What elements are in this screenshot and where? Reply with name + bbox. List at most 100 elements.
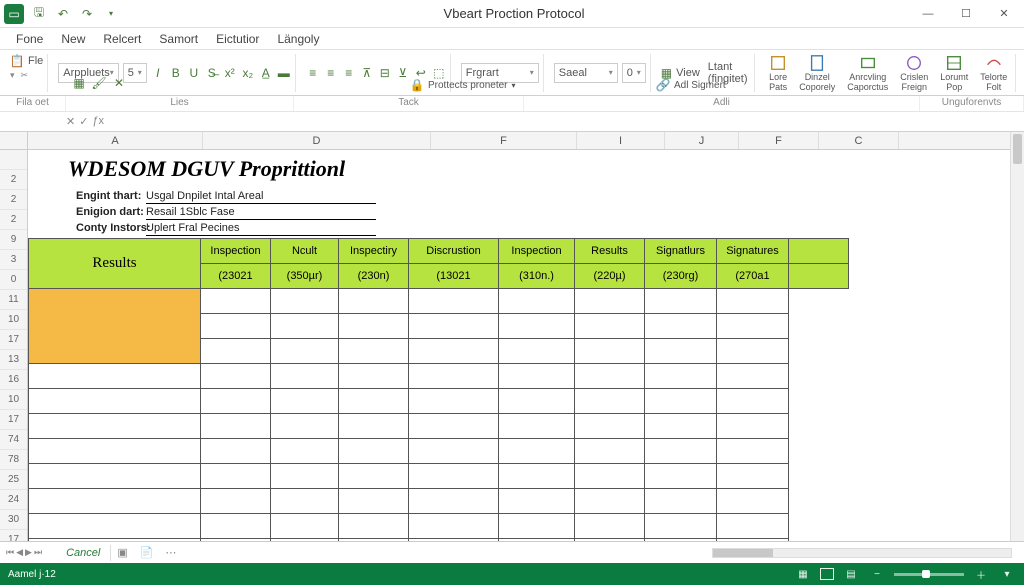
- row-header[interactable]: 17: [0, 410, 27, 430]
- row-header[interactable]: 17: [0, 530, 27, 541]
- font-color-icon[interactable]: A̲: [259, 66, 273, 80]
- menu-fone[interactable]: Fone: [16, 32, 43, 46]
- row-header[interactable]: 24: [0, 490, 27, 510]
- align-top-icon[interactable]: ⊼: [360, 66, 374, 80]
- align-mid-icon[interactable]: ⊟: [378, 66, 392, 80]
- row-header[interactable]: 17: [0, 330, 27, 350]
- table-row: [29, 539, 849, 542]
- meta-val-1[interactable]: Usgal Dnpilet Intal Areal: [146, 190, 376, 204]
- align-right-icon[interactable]: ≡: [342, 66, 356, 80]
- tab-first-icon[interactable]: ⏮: [6, 547, 14, 558]
- adl-sigment-label[interactable]: Adl Sigmert: [674, 80, 726, 91]
- row-header[interactable]: 13: [0, 350, 27, 370]
- row-header[interactable]: 9: [0, 230, 27, 250]
- sheet-tab[interactable]: Cancel: [56, 545, 111, 561]
- row-header[interactable]: 78: [0, 450, 27, 470]
- fx-icon[interactable]: ƒx: [92, 115, 104, 128]
- strike-icon[interactable]: S̶: [205, 66, 219, 80]
- menu-eictutior[interactable]: Eictutior: [216, 32, 259, 46]
- tab-add-icon[interactable]: ▣: [111, 546, 133, 559]
- align-left-icon[interactable]: ≡: [306, 66, 320, 80]
- zoom-out-icon[interactable]: −: [868, 566, 886, 582]
- style-combo[interactable]: Saeal▾: [554, 63, 618, 83]
- cells[interactable]: WDESOM DGUV Proprittionl Engint thart: U…: [28, 150, 1010, 541]
- sigment-icon[interactable]: 🔗: [656, 78, 670, 92]
- tab-more-icon[interactable]: ⋯: [159, 546, 182, 559]
- menu-relcert[interactable]: Relcert: [103, 32, 141, 46]
- row-header[interactable]: 2: [0, 170, 27, 190]
- view-label[interactable]: View: [676, 67, 700, 79]
- cmd-anrcvling[interactable]: AnrcvlingCaporctus: [843, 52, 892, 94]
- italic-icon[interactable]: I: [151, 66, 165, 80]
- row-header[interactable]: 16: [0, 370, 27, 390]
- cmd-crislen[interactable]: CrislenFreign: [896, 52, 932, 94]
- fill-color-icon[interactable]: ▬: [277, 66, 291, 80]
- style-val-combo[interactable]: 0▾: [622, 63, 646, 83]
- meta-val-2[interactable]: Resail 1Sblc Fase: [146, 206, 376, 220]
- row-header[interactable]: 25: [0, 470, 27, 490]
- status-caret-icon[interactable]: ▾: [998, 566, 1016, 582]
- tab-next-icon[interactable]: ▶: [25, 547, 32, 558]
- tab-copy-icon[interactable]: 📄: [134, 546, 160, 559]
- row-header[interactable]: 10: [0, 390, 27, 410]
- redo-icon[interactable]: ↷: [80, 7, 94, 21]
- border-icon[interactable]: ▦: [72, 76, 86, 90]
- zoom-slider[interactable]: [894, 573, 964, 576]
- row-header[interactable]: 10: [0, 310, 27, 330]
- file-label[interactable]: Fle: [28, 55, 43, 67]
- zoom-in-icon[interactable]: ＋: [972, 566, 990, 582]
- font-size-combo[interactable]: 5▾: [123, 63, 147, 83]
- view-page-icon[interactable]: [820, 568, 834, 580]
- qa-dropdown-icon[interactable]: ▾: [104, 7, 118, 21]
- meta-val-3[interactable]: Uplert Fral Pecines: [146, 222, 376, 236]
- align-bot-icon[interactable]: ⊻: [396, 66, 410, 80]
- fx-cancel-icon[interactable]: ✕: [66, 115, 75, 128]
- ribbon: 📋 Fle ▾ ✂ Arppluets▾ 5▾ I B U S̶ x² x₂ A…: [0, 50, 1024, 96]
- save-icon[interactable]: 🖫: [32, 7, 46, 21]
- paste-icon[interactable]: 📋: [10, 54, 24, 68]
- underline-icon[interactable]: U: [187, 66, 201, 80]
- ribbon-sections: Fila oet Lies Tack Adli Unguforenvts: [0, 96, 1024, 112]
- clear-icon[interactable]: ✕: [112, 76, 126, 90]
- row-headers[interactable]: 2229301110171316101774782524301738302820: [0, 150, 28, 541]
- minimize-button[interactable]: —: [910, 1, 946, 27]
- row-header[interactable]: 2: [0, 190, 27, 210]
- cmd-dinzel[interactable]: DinzelCoporely: [795, 52, 839, 94]
- align-center-icon[interactable]: ≡: [324, 66, 338, 80]
- row-header[interactable]: 3: [0, 250, 27, 270]
- sub-icon[interactable]: x₂: [241, 66, 255, 80]
- select-all-corner[interactable]: [0, 132, 28, 150]
- fx-accept-icon[interactable]: ✓: [79, 115, 88, 128]
- row-header[interactable]: 0: [0, 270, 27, 290]
- cmd-lorumt[interactable]: LorumtPop: [936, 52, 972, 94]
- undo-icon[interactable]: ↶: [56, 7, 70, 21]
- bold-icon[interactable]: B: [169, 66, 183, 80]
- cmd-lore[interactable]: LorePats: [765, 52, 791, 94]
- prottects-label[interactable]: Prottects proneter: [428, 80, 507, 91]
- row-header[interactable]: 2: [0, 210, 27, 230]
- row-header[interactable]: 11: [0, 290, 27, 310]
- paint-icon[interactable]: 🖌: [92, 76, 106, 90]
- maximize-button[interactable]: ☐: [948, 1, 984, 27]
- protect-icon[interactable]: 🔒: [410, 78, 424, 92]
- tab-prev-icon[interactable]: ◀: [16, 547, 23, 558]
- tab-last-icon[interactable]: ⏭: [34, 547, 42, 558]
- clip-down-icon[interactable]: ▾: [10, 70, 15, 81]
- vertical-scrollbar[interactable]: [1010, 132, 1024, 541]
- table-row: [29, 364, 849, 389]
- column-headers[interactable]: A D F I J F C: [28, 132, 1010, 150]
- menu-langoly[interactable]: Längoly: [277, 32, 319, 46]
- row-header[interactable]: 74: [0, 430, 27, 450]
- row-header[interactable]: [0, 150, 27, 170]
- cmd-telorte[interactable]: TelorteFolt: [976, 52, 1011, 94]
- view-normal-icon[interactable]: ▦: [794, 566, 812, 582]
- view-break-icon[interactable]: ▤: [842, 566, 860, 582]
- row-header[interactable]: 30: [0, 510, 27, 530]
- close-button[interactable]: ✕: [986, 1, 1022, 27]
- clip-cut-icon[interactable]: ✂: [21, 70, 29, 81]
- sup-icon[interactable]: x²: [223, 66, 237, 80]
- main-table[interactable]: Results Inspection Ncult Inspectiry Disc…: [28, 238, 849, 541]
- menu-new[interactable]: New: [61, 32, 85, 46]
- menu-samort[interactable]: Samort: [159, 32, 198, 46]
- horizontal-scrollbar[interactable]: [712, 548, 1012, 558]
